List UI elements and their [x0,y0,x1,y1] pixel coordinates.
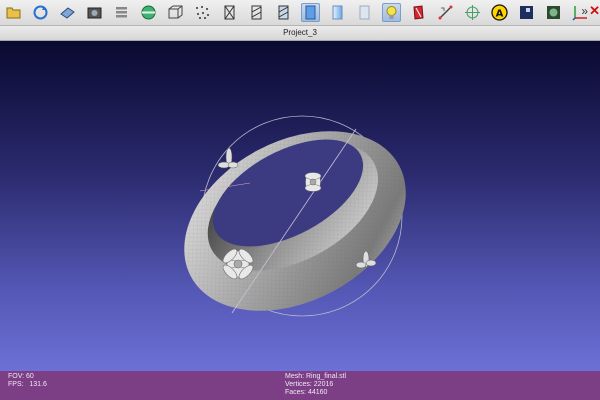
more-tools-chevron[interactable]: » [581,4,588,18]
mesh-stats: Mesh: Ring_final.stl Vertices: 22016 Fac… [285,373,346,397]
ring-band [184,131,406,311]
fps-value: FPS: 131.6 [8,381,47,388]
snapshot-icon[interactable] [85,3,104,22]
svg-text:A: A [496,9,504,20]
smooth-shading-icon[interactable] [328,3,347,22]
flat-lines-icon[interactable] [274,3,293,22]
light-icon[interactable] [382,3,401,22]
status-bar: FOV: 60 FPS: 131.6 Mesh: Ring_final.stl … [0,371,600,400]
globe-icon[interactable] [139,3,158,22]
import-mesh-icon[interactable] [58,3,77,22]
open-project-icon[interactable] [4,3,23,22]
red-book-icon[interactable] [409,3,428,22]
hidden-lines-icon[interactable] [247,3,266,22]
flat-shading-icon[interactable] [301,3,320,22]
annotation-icon[interactable]: A [490,3,509,22]
mesh-name: Mesh: Ring_final.stl [285,373,347,380]
render-stats: FOV: 60 FPS: 131.6 [8,373,47,389]
edit-icon[interactable] [517,3,536,22]
vertices-count: Vertices: 22016 [285,381,334,388]
main-toolbar: A » ✕ [0,0,600,26]
close-icon[interactable]: ✕ [589,3,600,19]
fov-value: FOV: 60 [8,373,34,380]
center-target-icon[interactable] [463,3,482,22]
3d-viewport[interactable] [0,41,600,371]
measure-icon[interactable] [436,3,455,22]
reload-icon[interactable] [31,3,50,22]
window-title: Project_3 [0,26,600,41]
layers-icon[interactable] [112,3,131,22]
ring-model [184,115,406,317]
texture-icon[interactable] [355,3,374,22]
points-icon[interactable] [193,3,212,22]
bounding-box-icon[interactable] [166,3,185,22]
wireframe-icon[interactable] [220,3,239,22]
faces-count: Faces: 44160 [285,389,328,396]
select-faces-icon[interactable] [544,3,563,22]
flower-decoration-back [304,172,322,192]
